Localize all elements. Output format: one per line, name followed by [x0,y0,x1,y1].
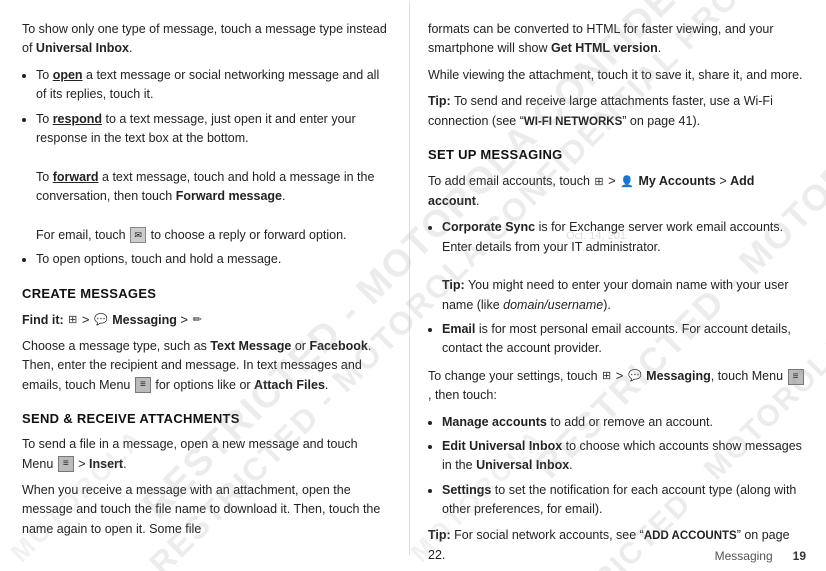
home-icon-change: ⊞ [602,368,611,385]
list-item-respond: To respond to a text message, just open … [36,110,391,246]
menu-icon-change: ≡ [788,369,804,385]
footer-page-number: 19 [793,549,806,563]
footer: Messaging 19 [715,549,806,563]
list-item-edit-inbox: Edit Universal Inbox to choose which acc… [442,437,806,476]
viewing-attach-text: While viewing the attachment, touch it t… [428,66,806,85]
footer-messaging-label: Messaging [715,549,773,563]
left-column: To show only one type of message, touch … [0,2,410,555]
accounts-icon: 👤 [620,174,634,191]
list-item-email: Email is for most personal email account… [442,320,806,359]
find-it-text: Find it: ⊞ > 💬 Messaging > ✏ [22,310,391,330]
change-settings-text: To change your settings, touch ⊞ > 💬 Mes… [428,366,806,406]
settings-bullets-list: Manage accounts to add or remove an acco… [428,413,806,520]
list-item-manage: Manage accounts to add or remove an acco… [442,413,806,432]
content-area: To show only one type of message, touch … [0,0,826,555]
choose-type-text: Choose a message type, such as Text Mess… [22,337,391,395]
menu-icon-inline: ≡ [135,377,151,393]
section-create-messages: CREATE MESSAGES [22,284,391,304]
add-accounts-text: To add email accounts, touch ⊞ > 👤 My Ac… [428,171,806,211]
send-attach-text: To send a file in a message, open a new … [22,435,391,474]
list-item-settings: Settings to set the notification for eac… [442,481,806,520]
formats-text: formats can be converted to HTML for fas… [428,20,806,59]
list-item-options: To open options, touch and hold a messag… [36,250,391,269]
tip1: Tip: To send and receive large attachmen… [428,92,806,131]
section-send-receive: SEND & RECEIVE ATTACHMENTS [22,409,391,429]
date-stamp: Oct. 14, 201 [566,230,626,242]
right-column: formats can be converted to HTML for fas… [410,2,826,555]
list-item-open: To open a text message or social network… [36,66,391,105]
messaging-app-icon: 💬 [94,312,108,329]
page-wrapper: RESTRICTED - MOTOROLA CONFIDENTIAL PROPR… [0,0,826,571]
home-icon-right: ⊞ [594,174,603,191]
section-setup-messaging: SET UP MESSAGING [428,145,806,165]
intro-text: To show only one type of message, touch … [22,20,391,59]
email-icon: ✉ [130,227,146,243]
home-icon: ⊞ [68,312,77,329]
message-tips-list: To open a text message or social network… [22,66,391,270]
receive-attach-text: When you receive a message with an attac… [22,481,391,539]
messaging-icon-change: 💬 [628,368,642,385]
compose-icon: ✏ [193,312,202,329]
menu-icon-send: ≡ [58,456,74,472]
